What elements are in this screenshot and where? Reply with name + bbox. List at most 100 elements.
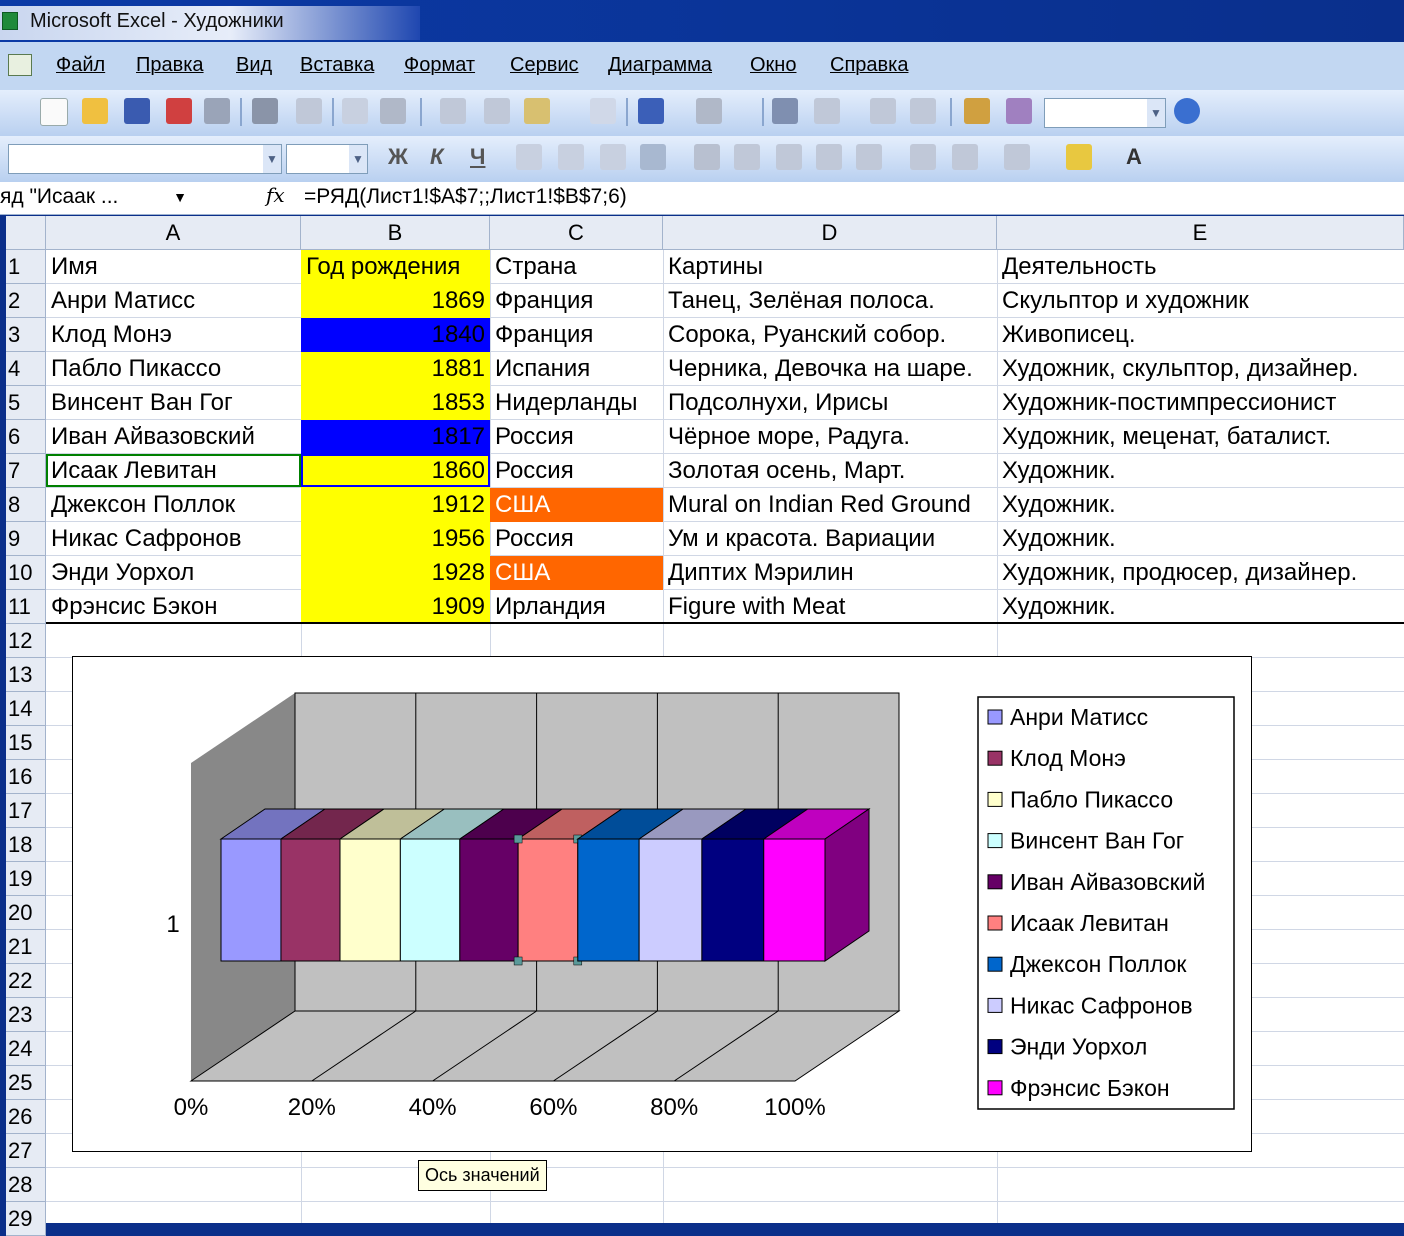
cell-activity[interactable]: Художник, скульптор, дизайнер.	[997, 352, 1404, 386]
cell-activity[interactable]: Художник.	[997, 488, 1404, 522]
cell-birth-year[interactable]: 1928	[301, 556, 490, 590]
research-icon[interactable]	[380, 98, 406, 124]
redo-icon[interactable]	[696, 98, 722, 124]
row-header[interactable]: 27	[6, 1134, 46, 1168]
menu-edit[interactable]: Правка	[136, 54, 204, 77]
column-header-a[interactable]: A	[46, 216, 301, 250]
cell-birth-year[interactable]: 1853	[301, 386, 490, 420]
cell-birth-year[interactable]: 1909	[301, 590, 490, 624]
row-header[interactable]: 15	[6, 726, 46, 760]
cell-name[interactable]: Имя	[46, 250, 301, 284]
align-right-icon[interactable]	[600, 144, 626, 170]
select-all-corner[interactable]	[6, 216, 46, 250]
cell-country[interactable]: Ирландия	[490, 590, 663, 624]
undo-icon[interactable]	[638, 98, 664, 124]
font-size-combo[interactable]: ▼	[286, 144, 368, 174]
row-header[interactable]: 4	[6, 352, 46, 386]
workbook-icon[interactable]	[8, 54, 32, 76]
cell-activity[interactable]: Художник.	[997, 454, 1404, 488]
print-preview-icon[interactable]	[204, 98, 230, 124]
cell-country[interactable]: Испания	[490, 352, 663, 386]
cut-icon[interactable]	[440, 98, 466, 124]
row-header[interactable]: 25	[6, 1066, 46, 1100]
row-header[interactable]: 16	[6, 760, 46, 794]
sort-ascending-icon[interactable]	[870, 98, 896, 124]
menu-window[interactable]: Окно	[750, 54, 796, 77]
menu-tools[interactable]: Сервис	[510, 54, 579, 77]
column-header-b[interactable]: B	[301, 216, 490, 250]
row-header[interactable]: 11	[6, 590, 46, 624]
autosum-icon[interactable]	[814, 98, 840, 124]
cell-country[interactable]: Россия	[490, 522, 663, 556]
chevron-down-icon[interactable]: ▼	[1147, 99, 1165, 127]
cell-activity[interactable]: Художник-постимпрессионист	[997, 386, 1404, 420]
help-icon[interactable]	[1174, 98, 1200, 124]
cell-activity[interactable]: Деятельность	[997, 250, 1404, 284]
menu-format[interactable]: Формат	[404, 54, 475, 77]
merge-center-icon[interactable]	[640, 144, 666, 170]
cell-paintings[interactable]: Ум и красота. Вариации	[663, 522, 997, 556]
cell-name[interactable]: Пабло Пикассо	[46, 352, 301, 386]
cell-name[interactable]: Никас Сафронов	[46, 522, 301, 556]
cell-country[interactable]: Страна	[490, 250, 663, 284]
name-box[interactable]: яд "Исаак ... ▼	[0, 182, 190, 212]
cell-paintings[interactable]: Подсолнухи, Ирисы	[663, 386, 997, 420]
cell-activity[interactable]: Живописец.	[997, 318, 1404, 352]
cell-country[interactable]: Франция	[490, 318, 663, 352]
cell-paintings[interactable]: Сорока, Руанский собор.	[663, 318, 997, 352]
cell-paintings[interactable]: Черника, Девочка на шаре.	[663, 352, 997, 386]
thousands-icon[interactable]	[776, 144, 802, 170]
preview-icon[interactable]	[296, 98, 322, 124]
cell-paintings[interactable]: Чёрное море, Радуга.	[663, 420, 997, 454]
cell-name[interactable]: Энди Уорхол	[46, 556, 301, 590]
cell-country[interactable]: Россия	[490, 420, 663, 454]
row-header[interactable]: 8	[6, 488, 46, 522]
save-icon[interactable]	[124, 98, 150, 124]
cell-activity[interactable]: Художник, продюсер, дизайнер.	[997, 556, 1404, 590]
print-icon[interactable]	[252, 98, 278, 124]
percent-icon[interactable]	[734, 144, 760, 170]
cell-country[interactable]: Россия	[490, 454, 663, 488]
cell-birth-year[interactable]: 1912	[301, 488, 490, 522]
row-header[interactable]: 24	[6, 1032, 46, 1066]
menu-help[interactable]: Справка	[830, 54, 908, 77]
spelling-icon[interactable]	[342, 98, 368, 124]
row-header[interactable]: 7	[6, 454, 46, 488]
cell-birth-year[interactable]: 1869	[301, 284, 490, 318]
row-header[interactable]: 12	[6, 624, 46, 658]
currency-icon[interactable]	[694, 144, 720, 170]
row-header[interactable]: 20	[6, 896, 46, 930]
row-header[interactable]: 18	[6, 828, 46, 862]
cell-birth-year[interactable]: 1956	[301, 522, 490, 556]
menu-insert[interactable]: Вставка	[300, 54, 374, 77]
cell-name[interactable]: Винсент Ван Гог	[46, 386, 301, 420]
row-header[interactable]: 14	[6, 692, 46, 726]
row-header[interactable]: 21	[6, 930, 46, 964]
cell-activity[interactable]: Художник.	[997, 522, 1404, 556]
chevron-down-icon[interactable]: ▼	[263, 145, 281, 173]
chevron-down-icon[interactable]: ▼	[170, 182, 190, 212]
row-header[interactable]: 13	[6, 658, 46, 692]
cell-name[interactable]: Иван Айвазовский	[46, 420, 301, 454]
cell-name[interactable]: Фрэнсис Бэкон	[46, 590, 301, 624]
cell-country[interactable]: Франция	[490, 284, 663, 318]
cell-birth-year[interactable]: 1817	[301, 420, 490, 454]
cell-activity[interactable]: Художник.	[997, 590, 1404, 624]
chevron-down-icon[interactable]: ▼	[349, 145, 367, 173]
cell-paintings[interactable]: Золотая осень, Март.	[663, 454, 997, 488]
row-header[interactable]: 9	[6, 522, 46, 556]
row-header[interactable]: 10	[6, 556, 46, 590]
column-header-c[interactable]: C	[490, 216, 663, 250]
cell-birth-year[interactable]: 1840	[301, 318, 490, 352]
column-header-d[interactable]: D	[663, 216, 997, 250]
increase-decimal-icon[interactable]	[816, 144, 842, 170]
decrease-decimal-icon[interactable]	[856, 144, 882, 170]
menu-file[interactable]: Файл	[56, 54, 105, 77]
row-header[interactable]: 26	[6, 1100, 46, 1134]
underline-icon[interactable]: Ч	[470, 144, 485, 170]
cell-country[interactable]: США	[490, 488, 663, 522]
cell-country[interactable]: Нидерланды	[490, 386, 663, 420]
bold-icon[interactable]: Ж	[388, 144, 408, 170]
row-header[interactable]: 17	[6, 794, 46, 828]
cell-paintings[interactable]: Картины	[663, 250, 997, 284]
